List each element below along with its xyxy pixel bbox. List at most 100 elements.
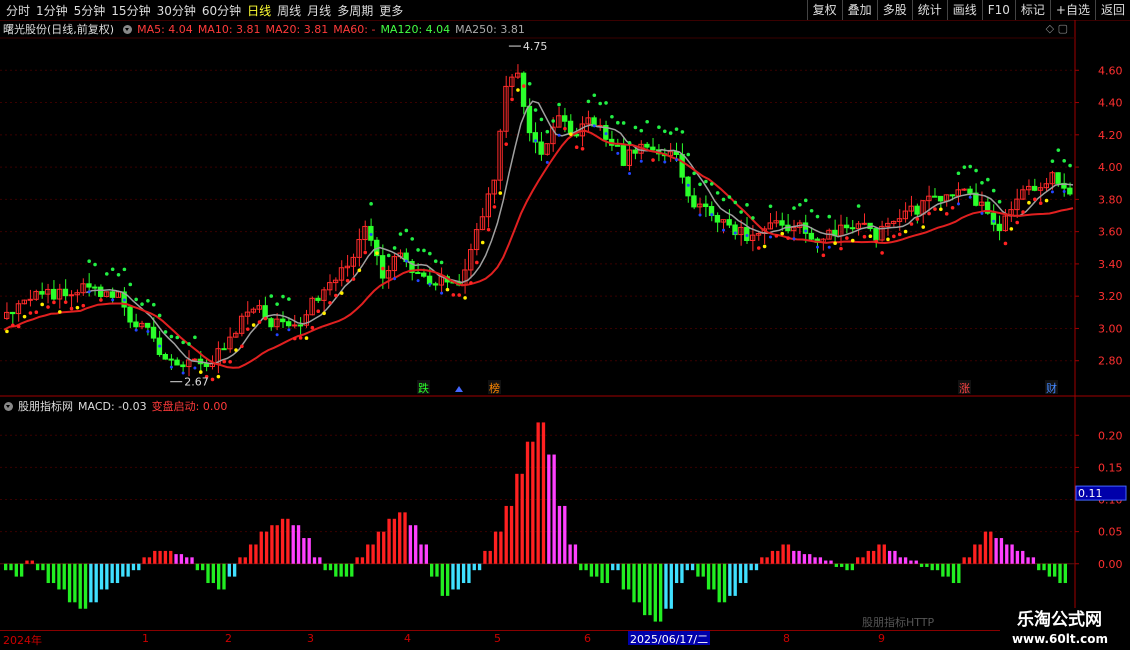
sar-dot xyxy=(815,214,820,219)
sar-dot xyxy=(1021,210,1025,214)
event-tag: 财 xyxy=(1046,381,1057,395)
sar-dot xyxy=(715,191,720,195)
macd-bar xyxy=(153,550,157,564)
macd-bar xyxy=(126,563,130,577)
sar-dot-blue xyxy=(545,160,549,164)
macd-bar xyxy=(674,563,679,584)
sar-dot xyxy=(475,260,479,265)
sar-dot xyxy=(639,128,644,133)
stock-chart[interactable]: 2.80 3.00 3.20 3.40 3.60 3.80 4.00 4.20 4.40 4.60… xyxy=(0,0,1130,650)
macd-bar xyxy=(1031,557,1036,564)
macd-bar xyxy=(680,563,684,584)
macd-bar xyxy=(786,544,791,564)
macd-bar xyxy=(195,563,200,571)
sar-dot-blue xyxy=(827,245,831,249)
sar-dot xyxy=(263,316,268,321)
macd-bar xyxy=(1058,563,1062,584)
sar-dot xyxy=(692,171,696,176)
macd-bar xyxy=(1005,544,1009,564)
macd-bar xyxy=(909,560,913,564)
sar-dot xyxy=(480,240,485,245)
macd-bar xyxy=(706,563,711,590)
macd-bar xyxy=(728,563,732,596)
sar-dot xyxy=(463,296,467,300)
sar-dot-blue xyxy=(111,298,115,302)
sar-dot-blue xyxy=(980,211,984,215)
sar-dot xyxy=(962,165,967,169)
sar-dot xyxy=(510,97,514,102)
up-arrow-icon xyxy=(455,386,463,392)
macd-bar xyxy=(925,563,929,567)
sar-dot xyxy=(927,211,931,216)
sar-dot xyxy=(668,131,673,135)
sar-dot xyxy=(157,313,162,318)
candle-down xyxy=(39,291,45,295)
sar-dot xyxy=(1056,148,1061,152)
candle-down xyxy=(808,232,815,240)
watermark-brand: 乐淘公式网 xyxy=(1017,610,1102,630)
sar-dot xyxy=(381,266,385,271)
candle-down xyxy=(133,321,139,328)
sar-dot xyxy=(745,203,749,207)
sar-dot xyxy=(1038,201,1043,205)
candle-down xyxy=(561,115,568,122)
sar-dot xyxy=(845,236,849,240)
sar-dot xyxy=(5,329,9,334)
macd-bar xyxy=(1015,550,1020,564)
macd-bar xyxy=(973,544,977,564)
macd-bar xyxy=(169,550,173,564)
y-tick-label: 3.40 xyxy=(1098,258,1123,271)
sar-dot xyxy=(416,248,420,252)
macd-bar xyxy=(536,422,540,564)
sar-dot xyxy=(81,303,86,308)
macd-bar xyxy=(275,525,279,564)
sar-dot-blue xyxy=(592,124,596,128)
sar-dot xyxy=(351,277,356,281)
macd-bar xyxy=(344,563,349,577)
sar-dot-blue xyxy=(769,235,773,239)
sar-dot xyxy=(921,225,926,229)
sar-dot xyxy=(386,253,391,258)
sar-dot xyxy=(880,251,884,255)
sar-dot xyxy=(827,214,832,219)
y-tick-label: 0.05 xyxy=(1098,526,1123,539)
sar-dot xyxy=(104,272,109,276)
candle-up xyxy=(961,188,967,191)
sar-dot xyxy=(275,302,279,306)
macd-bar xyxy=(983,531,988,564)
candle-down xyxy=(426,275,433,285)
date-tick: 6 xyxy=(584,632,591,645)
candle-down xyxy=(150,326,157,339)
macd-bar xyxy=(611,563,615,571)
sar-dot xyxy=(751,216,755,220)
macd-bar xyxy=(962,557,966,564)
sar-dot xyxy=(1033,197,1037,202)
cursor-date: 2025/06/17/二 xyxy=(628,631,711,646)
candle-down xyxy=(168,358,174,361)
macd-bar xyxy=(1053,563,1057,577)
sar-dot xyxy=(651,158,655,162)
macd-bar xyxy=(110,563,114,584)
macd-bar xyxy=(760,557,764,564)
candle-down xyxy=(62,288,69,297)
macd-bar xyxy=(57,563,61,590)
macd-bar xyxy=(882,544,886,564)
candle-down xyxy=(432,283,439,286)
sar-dot xyxy=(93,262,97,267)
macd-bar xyxy=(424,544,428,564)
candle-up xyxy=(861,222,867,225)
sar-dot xyxy=(727,195,732,199)
macd-bar xyxy=(472,563,476,571)
sar-dot xyxy=(833,241,837,246)
sar-dot-blue xyxy=(275,333,279,337)
candle-down xyxy=(538,141,544,155)
sar-dot xyxy=(363,250,368,255)
macd-bar xyxy=(951,563,956,584)
sar-dot xyxy=(216,374,221,379)
sar-dot xyxy=(704,179,708,184)
macd-bar xyxy=(488,550,492,564)
macd-bar xyxy=(318,557,322,564)
sar-dot xyxy=(310,325,315,330)
candle-down xyxy=(127,306,133,323)
sar-dot xyxy=(439,260,444,265)
